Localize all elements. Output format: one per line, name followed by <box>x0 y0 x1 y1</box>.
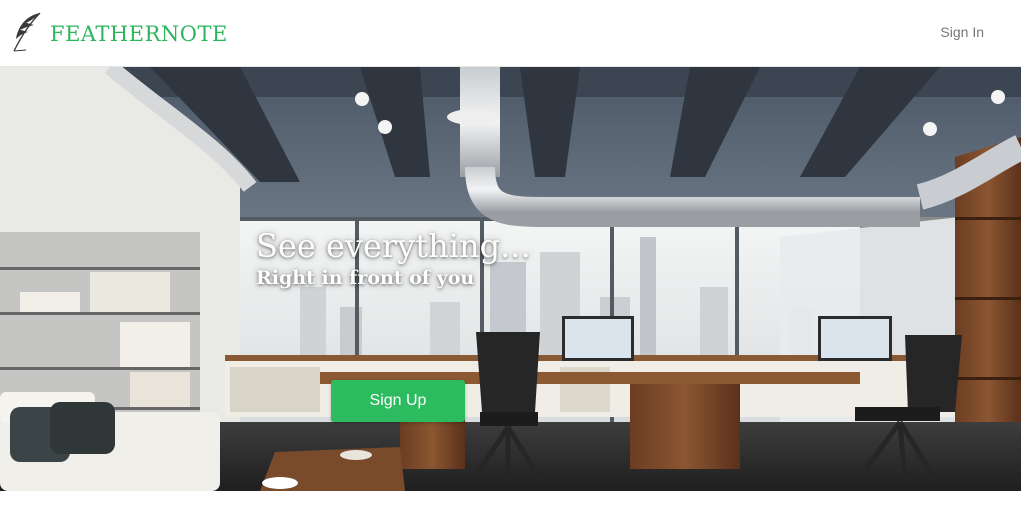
feather-quill-icon <box>10 11 44 58</box>
brand-name: FEATHERNOTE <box>50 22 228 46</box>
hero-title: See everything... <box>256 227 531 265</box>
hero-section: See everything... Right in front of you … <box>0 67 1021 491</box>
hero-background-image <box>0 67 1021 491</box>
sign-up-button[interactable]: Sign Up <box>331 380 465 422</box>
page-bottom-area <box>0 491 1021 518</box>
site-header: FEATHERNOTE Sign In <box>0 0 1021 67</box>
brand-logo-link[interactable]: FEATHERNOTE <box>10 12 228 56</box>
sign-in-link[interactable]: Sign In <box>940 24 984 40</box>
hero-subtitle: Right in front of you <box>256 267 475 289</box>
